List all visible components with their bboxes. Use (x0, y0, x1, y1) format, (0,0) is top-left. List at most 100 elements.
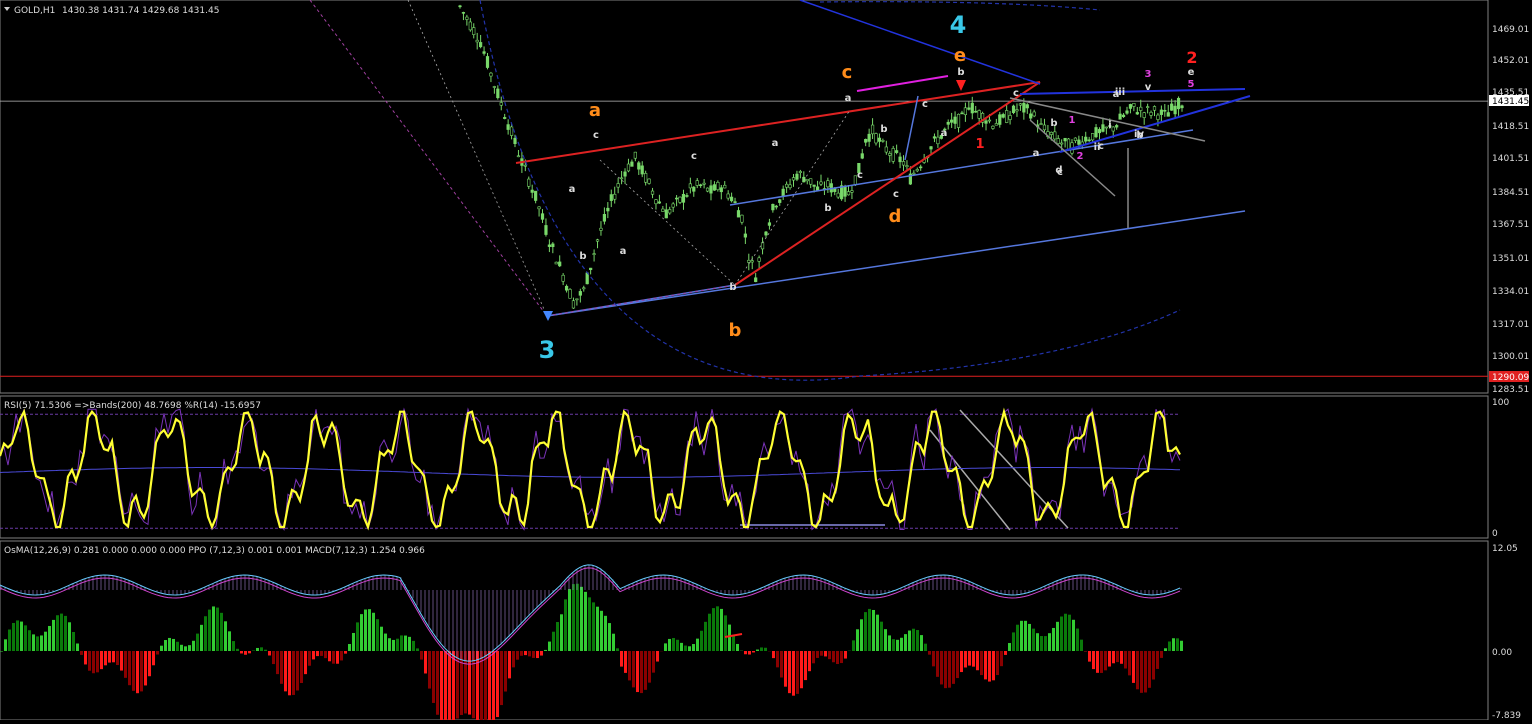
candle-body (472, 28, 475, 35)
osma-bar (1104, 651, 1107, 670)
candle-body (995, 123, 998, 125)
osma-bar (908, 631, 911, 651)
main-panel-frame (0, 0, 1488, 393)
osma-bar (260, 647, 263, 651)
osma-bar (1076, 629, 1079, 651)
candle-body (1064, 138, 1067, 141)
wave-label-orange: a (589, 100, 601, 121)
osma-bar (716, 606, 719, 651)
candle-body (493, 86, 496, 87)
osma-bar (152, 651, 155, 665)
osma-bar (164, 640, 167, 651)
candle-body (486, 56, 489, 67)
osma-bar (1116, 651, 1119, 662)
osma-bar (1068, 615, 1071, 651)
candle-body (1146, 107, 1149, 108)
candle-body (844, 187, 847, 197)
osma-bar (12, 623, 15, 651)
candle-body (617, 184, 620, 188)
osma-bar (160, 646, 163, 651)
candle-body (541, 214, 544, 220)
osma-bar (1152, 651, 1155, 680)
osma-bar (396, 639, 399, 651)
osma-bar (72, 632, 75, 651)
candle-body (864, 139, 867, 142)
candle-body (806, 179, 809, 181)
osma-bar (100, 651, 103, 669)
candle-body (517, 156, 520, 157)
candle-body (1177, 98, 1180, 109)
wave-label-white: ii (1094, 142, 1101, 153)
osma-bar (172, 639, 175, 651)
osma-bar (1080, 640, 1083, 651)
candle-body (634, 152, 637, 158)
osma-bar (940, 651, 943, 684)
osma-bar (772, 651, 775, 658)
osma-bar (996, 651, 999, 675)
candle-body (761, 243, 764, 249)
osma-bar (232, 641, 235, 651)
osma-bar (564, 599, 567, 651)
candle-body (603, 214, 606, 221)
osma-bar (752, 651, 755, 652)
candle-body (1005, 110, 1008, 122)
osma-bar (620, 651, 623, 667)
osma-panel-frame (0, 541, 1488, 720)
candle-body (785, 184, 788, 187)
osma-bar (872, 610, 875, 651)
candle-body (796, 174, 799, 179)
osma-bar (988, 651, 991, 682)
rsi-axis: 100 0 (1492, 398, 1509, 539)
wave-label-white: c (1013, 88, 1019, 99)
price-chart-svg[interactable]: 342abcde1cabacbabcabccabcabcacbdiiiiiiiv… (0, 0, 1532, 720)
osma-bar (728, 625, 731, 651)
osma-bar (828, 651, 831, 659)
osma-bar (1036, 633, 1039, 651)
osma-bar (244, 651, 247, 655)
osma-bar (992, 651, 995, 680)
candle-body (1012, 106, 1015, 113)
candle-body (1139, 107, 1142, 110)
osma-bar (624, 651, 627, 673)
candle-body (548, 245, 551, 247)
candle-body (503, 117, 506, 118)
candle-body (713, 185, 716, 191)
wave-label-white: c (593, 130, 599, 141)
osma-bar (348, 644, 351, 651)
osma-bar (68, 622, 71, 651)
candle-body (662, 209, 665, 211)
chart-stage[interactable]: 342abcde1cabacbabcabccabcabcacbdiiiiiiiv… (0, 0, 1532, 720)
candle-body (1002, 114, 1005, 117)
candle-body (717, 182, 720, 189)
osma-bar (116, 651, 119, 665)
osma-bar (492, 651, 495, 720)
candle-body (968, 108, 971, 110)
osma-bar (296, 651, 299, 690)
wave-label-white: e (1188, 67, 1195, 78)
osma-bar (780, 651, 783, 677)
candle-body (620, 178, 623, 179)
osma-bar (264, 650, 267, 651)
osma-bar (236, 649, 239, 651)
osma-bar (420, 651, 423, 660)
osma-bar (1096, 651, 1099, 673)
osma-bar (784, 651, 787, 687)
candle-body (538, 207, 541, 209)
candle-body (703, 183, 706, 184)
osma-bar (180, 645, 183, 651)
osma-bar (328, 651, 331, 661)
osma-bar (824, 651, 827, 656)
osma-bar (36, 636, 39, 651)
osma-bar (1044, 636, 1047, 651)
osma-bar (836, 651, 839, 664)
candle-body (1160, 110, 1163, 115)
symbol-label: GOLD,H1 (14, 6, 55, 16)
osma-bar (124, 651, 127, 678)
osma-bar (440, 651, 443, 720)
candle-body (888, 153, 891, 155)
osma-bar (112, 651, 115, 662)
wave-label-white: a (941, 128, 948, 139)
osma-bar (788, 651, 791, 693)
osma-bar (1136, 651, 1139, 689)
osma-bar (852, 640, 855, 651)
